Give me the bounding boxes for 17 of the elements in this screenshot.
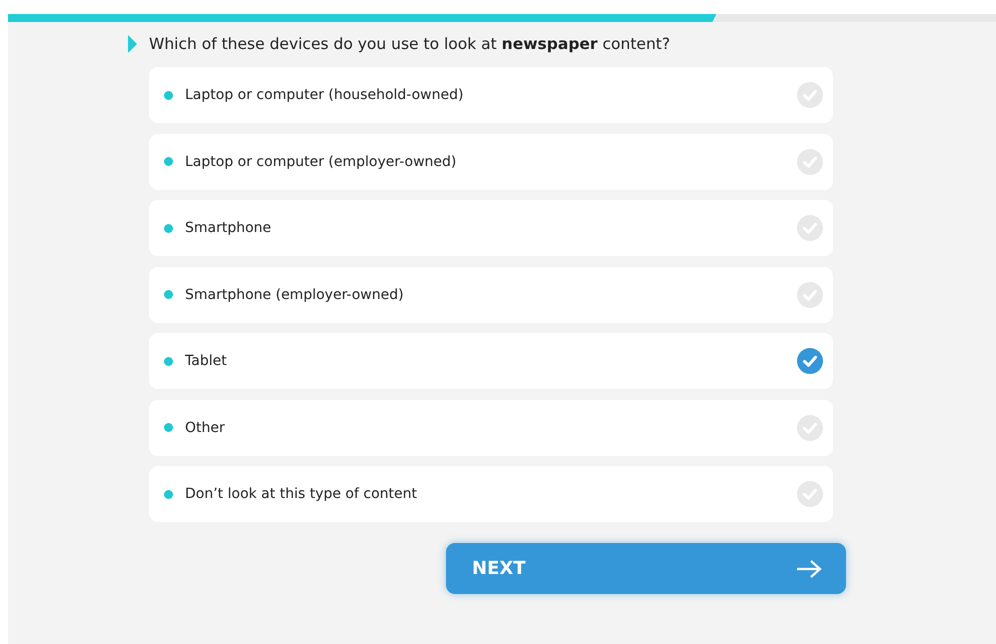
answer-option[interactable]: Smartphone xyxy=(149,200,833,256)
bullet-icon xyxy=(164,290,173,299)
question-text: Which of these devices do you use to look at newspaper content? xyxy=(149,35,670,53)
answer-option[interactable]: Tablet xyxy=(149,333,833,389)
bullet-icon xyxy=(164,490,173,498)
bullet-icon xyxy=(164,224,173,232)
bullet-icon xyxy=(164,90,173,100)
answer-option[interactable]: Laptop or computer (employer-owned) xyxy=(149,134,833,190)
answer-option[interactable]: Don’t look at this type of content xyxy=(149,466,833,522)
bullet-icon xyxy=(164,423,173,432)
triangle-icon xyxy=(128,35,137,53)
answer-option[interactable]: Laptop or computer (household-owned) xyxy=(149,67,833,123)
bullet-icon xyxy=(164,157,173,166)
answer-option[interactable]: Other xyxy=(149,400,833,456)
arrow-right-icon xyxy=(796,558,822,578)
bullet-icon xyxy=(164,356,173,366)
answer-option[interactable]: Smartphone (employer-owned) xyxy=(149,266,833,322)
